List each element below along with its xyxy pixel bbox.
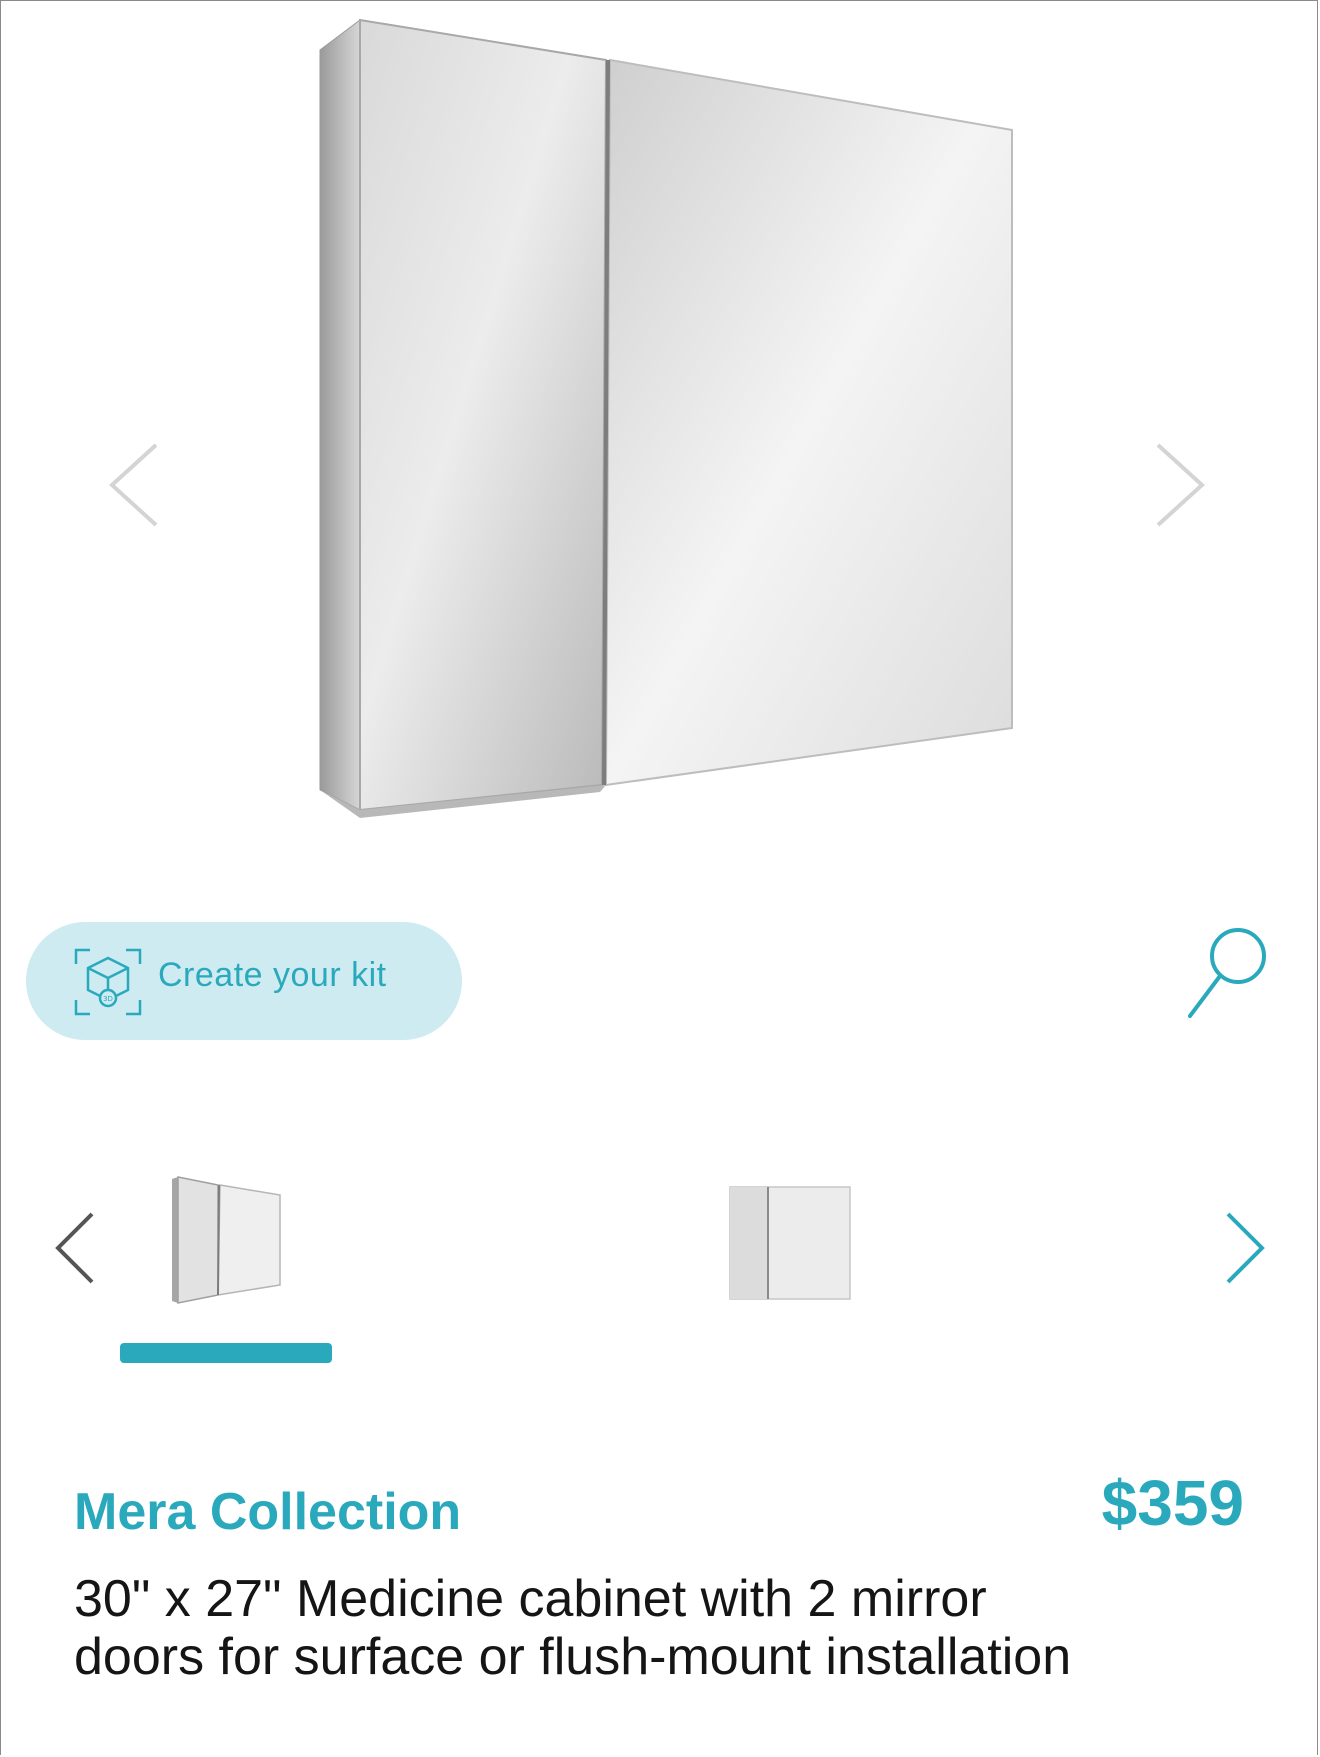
thumbnail-2[interactable]: [728, 1185, 852, 1301]
gallery-next-button[interactable]: [1150, 440, 1210, 530]
chevron-left-icon: [55, 1212, 94, 1284]
product-price: $359: [1101, 1467, 1244, 1539]
product-image-gallery: [0, 0, 1320, 900]
3d-cube-scan-icon: 3D: [74, 948, 142, 1016]
product-main-image[interactable]: [300, 10, 1030, 840]
product-title: 30" x 27" Medicine cabinet with 2 mirror…: [74, 1570, 1072, 1686]
svg-text:3D: 3D: [103, 995, 113, 1003]
zoom-button[interactable]: [1180, 920, 1276, 1020]
cabinet-front-thumbnail: [729, 1186, 851, 1300]
chevron-left-icon: [109, 443, 158, 527]
gallery-prev-button[interactable]: [104, 440, 164, 530]
collection-name[interactable]: Mera Collection: [74, 1482, 461, 1542]
thumbnails-next-button[interactable]: [1222, 1210, 1268, 1286]
thumbnails-prev-button[interactable]: [52, 1210, 98, 1286]
chevron-right-icon: [1226, 1212, 1265, 1284]
selected-thumbnail-indicator: [120, 1343, 332, 1363]
chevron-right-icon: [1156, 443, 1205, 527]
cabinet-angled-thumbnail: [172, 1176, 281, 1304]
create-kit-button[interactable]: 3D Create your kit: [26, 922, 462, 1040]
create-kit-label: Create your kit: [158, 956, 387, 994]
magnifier-icon: [1188, 928, 1266, 1018]
thumbnail-1[interactable]: [168, 1175, 286, 1307]
